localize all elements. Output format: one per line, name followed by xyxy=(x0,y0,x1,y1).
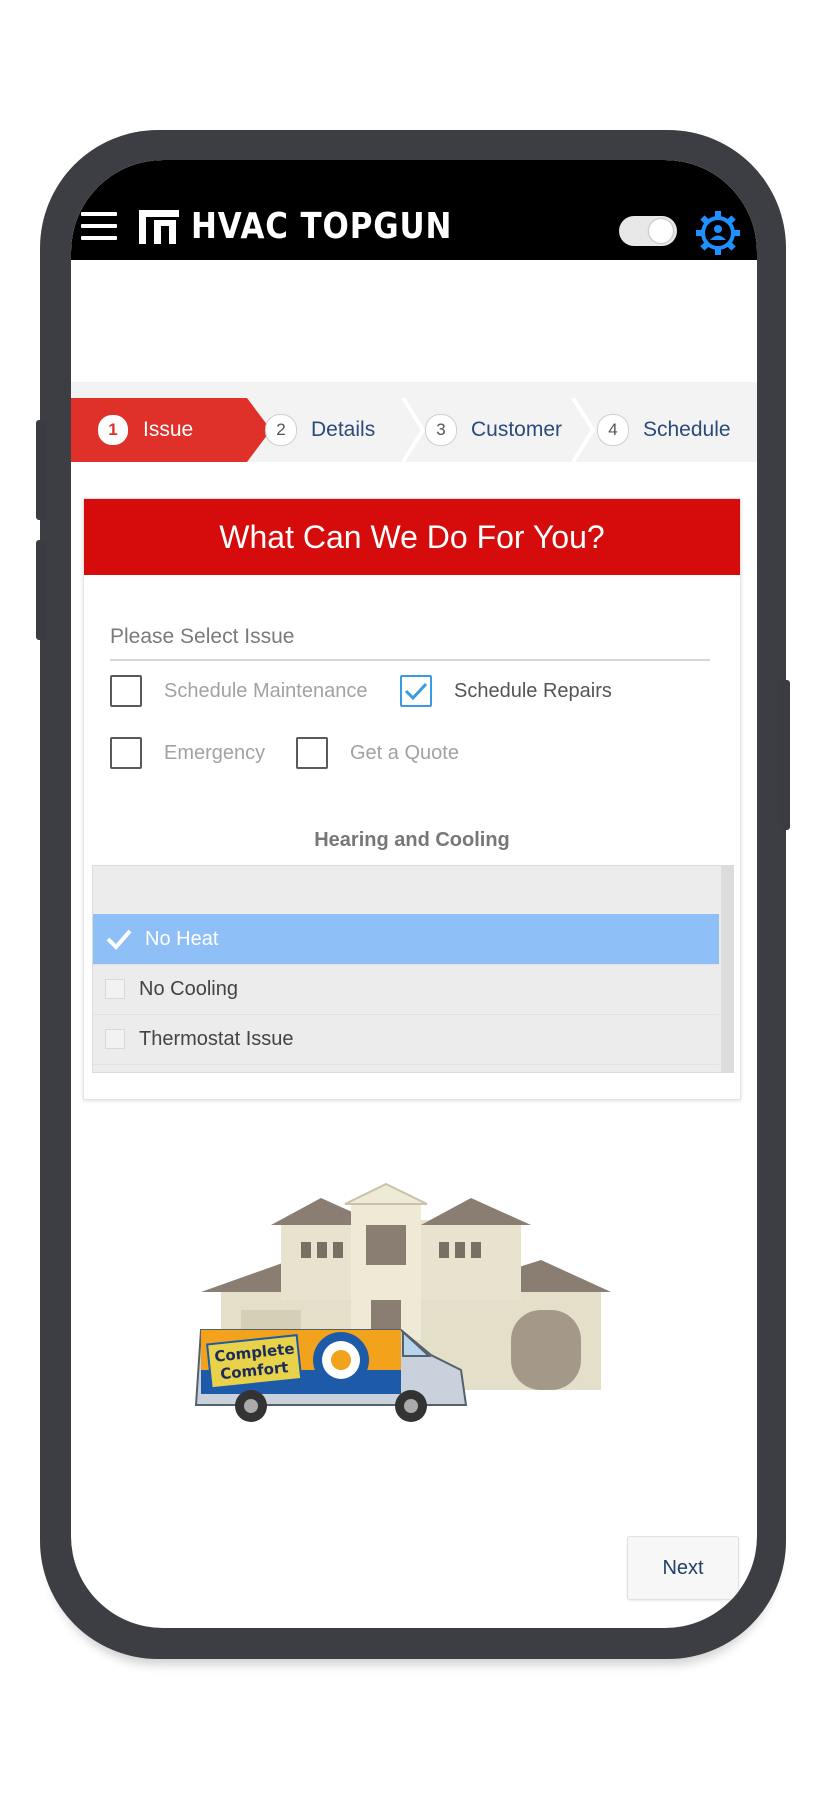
step-number: 2 xyxy=(265,414,297,446)
option-label: Emergency xyxy=(164,741,266,764)
checkbox-checked[interactable] xyxy=(400,675,432,707)
step-label: Issue xyxy=(143,418,194,441)
hamburger-icon[interactable] xyxy=(81,212,117,242)
phone-screen: HVAC TOPGUN 1 Issue 2 Details 3 Customer… xyxy=(71,160,757,1628)
phone-volume-up-button xyxy=(36,420,46,520)
step-customer[interactable]: 3 Customer xyxy=(415,398,585,462)
step-details[interactable]: 2 Details xyxy=(255,398,405,462)
checkbox[interactable] xyxy=(110,675,142,707)
phone-volume-down-button xyxy=(36,540,46,640)
list-item-no-heat[interactable]: No Heat xyxy=(93,914,719,965)
topgun-logo-icon xyxy=(139,210,179,244)
option-emergency[interactable]: Emergency xyxy=(110,737,265,769)
checkbox[interactable] xyxy=(105,979,125,999)
step-number: 1 xyxy=(97,414,129,446)
step-label: Schedule xyxy=(643,418,731,441)
option-label: Get a Quote xyxy=(350,741,459,764)
progress-stepper: 1 Issue 2 Details 3 Customer 4 Schedule xyxy=(71,382,757,462)
option-schedule-repairs[interactable]: Schedule Repairs xyxy=(400,675,612,707)
list-item-no-cooling[interactable]: No Cooling xyxy=(93,964,719,1015)
option-label: Schedule Maintenance xyxy=(164,679,368,702)
phone-power-button xyxy=(780,680,790,830)
checkbox[interactable] xyxy=(296,737,328,769)
house-van-illustration: Complete Comfort xyxy=(194,1182,611,1422)
step-number: 3 xyxy=(425,414,457,446)
checkbox[interactable] xyxy=(105,1029,125,1049)
list-item-label: No Cooling xyxy=(139,977,238,1000)
next-button[interactable]: Next xyxy=(627,1536,739,1600)
app-title: HVAC TOPGUN xyxy=(191,206,453,247)
checkmark-icon xyxy=(106,929,132,950)
card-title: What Can We Do For You? xyxy=(84,499,740,575)
toggle-knob xyxy=(649,219,673,243)
app-header: HVAC TOPGUN xyxy=(71,160,757,260)
option-get-a-quote[interactable]: Get a Quote xyxy=(296,737,459,769)
step-label: Details xyxy=(311,418,376,441)
option-schedule-maintenance[interactable]: Schedule Maintenance xyxy=(110,675,367,707)
list-item-thermostat-issue[interactable]: Thermostat Issue xyxy=(93,1014,719,1065)
step-number: 4 xyxy=(597,414,629,446)
theme-toggle[interactable] xyxy=(619,216,677,246)
scrollbar[interactable] xyxy=(721,866,733,1072)
checkbox[interactable] xyxy=(110,737,142,769)
issue-card: What Can We Do For You? Please Select Is… xyxy=(83,498,741,1100)
issue-field-label: Please Select Issue xyxy=(110,625,710,661)
option-label: Schedule Repairs xyxy=(454,679,612,702)
checkmark-icon xyxy=(404,682,428,701)
list-item-label: No Heat xyxy=(145,927,219,950)
user-gear-icon[interactable] xyxy=(693,208,743,258)
issue-listbox[interactable]: No Heat No Cooling Thermostat Issue xyxy=(92,865,734,1073)
step-schedule[interactable]: 4 Schedule xyxy=(587,398,757,462)
list-item-label: Thermostat Issue xyxy=(139,1027,294,1050)
step-issue[interactable]: 1 Issue xyxy=(71,398,247,462)
section-title: Hearing and Cooling xyxy=(314,829,510,851)
step-label: Customer xyxy=(471,418,563,441)
